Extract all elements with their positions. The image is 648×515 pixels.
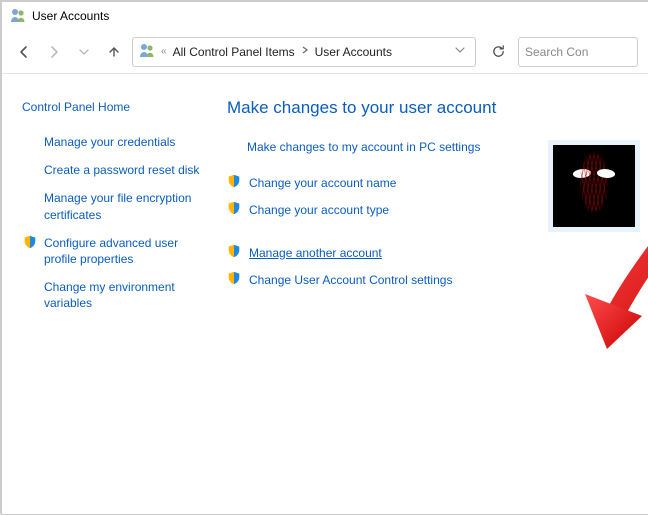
action-uac-settings[interactable]: Change User Account Control settings (227, 271, 528, 288)
main-content: Make changes to your user account Make c… (217, 74, 648, 514)
chevron-icon: « (159, 46, 169, 57)
recent-locations-button[interactable] (72, 40, 96, 64)
search-input[interactable]: Search Con (518, 37, 638, 67)
window-icon (10, 7, 26, 26)
action-label: Change your account name (249, 176, 396, 190)
shield-icon (227, 174, 241, 191)
address-dropdown-button[interactable] (451, 45, 469, 58)
sidebar-item-label: Manage your file encryption certificates (44, 190, 203, 222)
sidebar-item-label: Create a password reset disk (44, 162, 199, 178)
back-button[interactable] (12, 40, 36, 64)
account-avatar[interactable] (553, 145, 635, 227)
content-row: Make changes to my account in PC setting… (227, 140, 638, 298)
sidebar-item-env-vars[interactable]: Change my environment variables (22, 279, 203, 311)
breadcrumb-label: User Accounts (315, 45, 392, 59)
action-label: Change your account type (249, 203, 389, 217)
sidebar-heading[interactable]: Control Panel Home (22, 100, 203, 114)
titlebar: User Accounts (2, 2, 648, 30)
forward-button[interactable] (42, 40, 66, 64)
actions-column: Make changes to my account in PC setting… (227, 140, 528, 298)
page-heading: Make changes to your user account (227, 98, 638, 118)
shield-icon (227, 201, 241, 218)
action-change-name[interactable]: Change your account name (227, 174, 528, 191)
body: Control Panel Home Manage your credentia… (2, 74, 648, 514)
account-avatar-frame (548, 140, 640, 232)
sidebar-item-label: Change my environment variables (44, 279, 203, 311)
shield-icon (22, 235, 38, 249)
shield-icon (227, 271, 241, 288)
action-label: Change User Account Control settings (249, 273, 452, 287)
sidebar-item-advanced-profile[interactable]: Configure advanced user profile properti… (22, 235, 203, 267)
chevron-right-icon (299, 46, 311, 57)
window-title: User Accounts (32, 9, 109, 23)
search-placeholder: Search Con (525, 45, 588, 59)
action-label: Manage another account (249, 246, 382, 260)
sidebar: Control Panel Home Manage your credentia… (2, 74, 217, 514)
navigation-toolbar: « All Control Panel Items User Accounts … (2, 30, 648, 74)
sidebar-item-password-reset[interactable]: Create a password reset disk (22, 162, 203, 178)
breadcrumb-item[interactable]: All Control Panel Items (173, 45, 295, 59)
sidebar-item-label: Manage your credentials (44, 134, 175, 150)
sidebar-item-label: Configure advanced user profile properti… (44, 235, 203, 267)
breadcrumb-item[interactable]: User Accounts (315, 45, 392, 59)
avatar-column (548, 140, 638, 298)
sidebar-item-credentials[interactable]: Manage your credentials (22, 134, 203, 150)
action-change-type[interactable]: Change your account type (227, 201, 528, 218)
breadcrumb-label: All Control Panel Items (173, 45, 295, 59)
pc-settings-link[interactable]: Make changes to my account in PC setting… (247, 140, 528, 154)
refresh-button[interactable] (484, 37, 512, 67)
action-manage-another-account[interactable]: Manage another account (227, 244, 528, 261)
address-bar[interactable]: « All Control Panel Items User Accounts (132, 37, 476, 67)
shield-icon (227, 244, 241, 261)
address-icon (139, 42, 155, 61)
sidebar-item-encryption[interactable]: Manage your file encryption certificates (22, 190, 203, 222)
up-button[interactable] (102, 40, 126, 64)
